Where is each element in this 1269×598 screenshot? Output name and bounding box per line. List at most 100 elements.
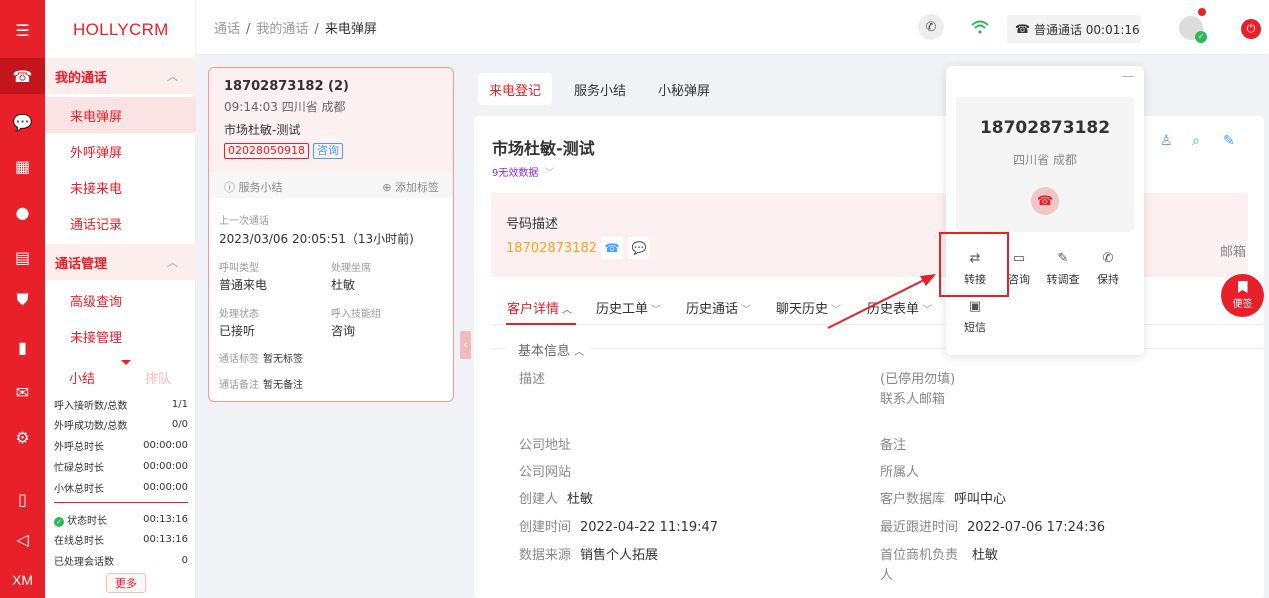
action-label: 转调查 [1046,273,1080,286]
clipboard-icon[interactable]: ▤ [0,239,45,275]
sticky-note-label: 便签 [1232,299,1253,310]
plus-icon: ⊕ [382,181,395,194]
group-my-calls[interactable]: 我的通话 ︿ [45,58,196,94]
hold-button[interactable]: ✆ 保持 [1088,251,1128,287]
chevron-up-icon: ︿ [562,305,573,316]
stat-label: 忙碌总时长 [54,462,104,474]
icon-rail: ☰ ☎ 💬 ▦ ● ▤ ⛊ ▮ ✉ ⚙ ▯ ◁ XM [0,0,45,598]
grid-icon[interactable]: ▦ [0,148,45,184]
book-icon[interactable]: ▯ [0,481,45,517]
call-time-location: 09:14:03 四川省 成都 [224,100,346,114]
call-type-label: 呼叫类型 [219,263,259,274]
tab-secretary-popup[interactable]: 小秘弹屏 [648,73,720,105]
status-value: 已接听 [219,324,256,338]
stat-label: 呼入接听数/总数 [54,400,128,412]
call-tag-label: 通话标签 [219,354,259,365]
chat-icon[interactable]: 💬 [0,104,45,140]
call-control-popup: 18702873182 四川省 成都 ☎ ⇄ 转接 ▭ 咨询 ✎ 转调查 ✆ 保持 ▣ 短… [946,66,1144,355]
breadcrumb-item[interactable]: 通话 [214,22,240,37]
field-label: 描述 [519,372,546,387]
group-label: 通话管理 [55,256,108,272]
hang-up-icon[interactable]: ☎ [1031,187,1059,215]
annotation-arrow [827,274,936,329]
stat-value: 0/0 [171,418,188,430]
customer-status[interactable]: 9无效数据 ﹀ [492,164,554,179]
call-card[interactable]: 18702873182 (2) 09:14:03 四川省 成都 市场杜敏-测试 … [208,67,454,402]
megaphone-icon[interactable]: ◁ [0,521,45,557]
sidebar-item-outgoing-popup[interactable]: 外呼弹屏 [45,133,196,169]
breadcrumb-item[interactable]: 我的通话 [256,22,308,37]
basic-info-toggle[interactable]: 基本信息 ︿ [506,340,591,359]
description-label: 号码描述 [506,217,559,232]
email-label: 邮箱 [1219,245,1246,260]
transfer-survey-button[interactable]: ✎ 转调查 [1043,251,1083,287]
seat-value: 杜敏 [331,278,356,292]
sms-icon: ▣ [968,299,982,314]
contact-person-icon[interactable]: ♙ [1160,133,1173,149]
breadcrumb-current: 来电弹屏 [324,22,377,37]
tab-history-calls[interactable]: 历史通话 ﹀ [686,298,751,317]
shield-icon[interactable]: ⛊ [0,282,45,318]
add-tag-button[interactable]: ⊕ 添加标签 [382,179,439,195]
tab-incoming-registration[interactable]: 来电登记 [478,73,552,105]
sms-button[interactable]: ▣ 短信 [955,299,995,335]
stat-label: 状态时长 [67,515,107,527]
tab-summary[interactable]: 小结 [69,368,95,387]
avatar[interactable]: ✓ [1179,8,1207,43]
sidebar-item-missed-calls[interactable]: 未接来电 [45,169,196,205]
minimize-icon[interactable] [1122,76,1134,77]
field-label: 公司网站 [519,465,572,480]
call-icon[interactable]: ☎ [601,237,623,259]
menu-icon[interactable]: ☰ [0,12,45,48]
user-initials[interactable]: XM [0,562,45,598]
popup-number: 18702873182 [979,118,1111,138]
stat-row: 呼入接听数/总数 1/1 [54,394,188,414]
status-label: 处理状态 [219,309,259,320]
power-icon[interactable]: ⏻ [1241,19,1261,39]
bar-chart-icon[interactable]: ▮ [0,329,45,365]
field-label: 创建人 [519,492,559,507]
breadcrumb: 通话 / 我的通话 / 来电弹屏 [214,22,377,37]
tab-history-tickets[interactable]: 历史工单 ﹀ [596,298,661,317]
service-summary-label: 服务小结 [238,181,283,194]
sticky-note-button[interactable]: 便签 [1221,274,1264,317]
stat-label: 小休总时长 [54,483,104,495]
group-call-management[interactable]: 通话管理 ︿ [45,244,196,280]
stat-label: 外呼总时长 [54,441,104,453]
field-label: 最近跟进时间 [880,520,959,535]
stat-value: 00:13:16 [143,533,188,545]
message-icon[interactable]: ✉ [0,374,45,410]
chat-bubble-icon[interactable]: 💬 [628,237,650,259]
field-value: 销售个人拓展 [580,548,659,563]
stat-row: ✓ 状态时长 00:13:16 [54,509,188,529]
stat-value: 00:00:00 [143,439,188,451]
tab-queue[interactable]: 排队 [145,368,171,387]
call-tag-row: 通话标签 暂无标签 [219,350,303,365]
phone-hold-icon: ✆ [1102,251,1114,266]
sidebar-item-missed-management[interactable]: 未接管理 [45,318,196,354]
stat-value: 00:00:00 [143,460,188,472]
sidebar-item-call-records[interactable]: 通话记录 [45,205,196,241]
search-icon[interactable]: ⌕ [1192,133,1200,149]
sidebar-item-incoming-popup[interactable]: 来电弹屏 [45,97,196,133]
edit-icon[interactable]: ✎ [1223,133,1235,149]
user-icon[interactable]: ● [0,194,45,230]
chevron-up-icon: ︿ [167,256,178,269]
more-button[interactable]: 更多 [106,573,146,593]
collapse-panel-handle[interactable]: ‹ [460,331,471,359]
description-number: 18702873182 [506,241,597,256]
gear-icon[interactable]: ⚙ [0,419,45,455]
chevron-down-icon: ﹀ [741,305,752,316]
sidebar-item-advanced-query[interactable]: 高级查询 [45,282,196,318]
call-note-row: 通话备注 暂无备注 [219,376,303,391]
service-summary-button[interactable]: ⓘ 服务小结 [224,181,283,194]
phone-icon: ☎ [1015,22,1030,36]
field-label: 公司地址 [519,438,572,453]
dial-phone-icon[interactable]: ✆ [918,14,944,40]
field-value: 2022-04-22 11:19:47 [580,520,719,535]
tab-service-summary[interactable]: 服务小结 [562,73,638,105]
tab-label: 历史通话 [686,302,739,317]
customer-title: 市场杜敏-测试 [492,139,595,158]
tab-customer-details[interactable]: 客户详情 ︿ [507,298,572,317]
phone-icon[interactable]: ☎ [0,58,45,94]
